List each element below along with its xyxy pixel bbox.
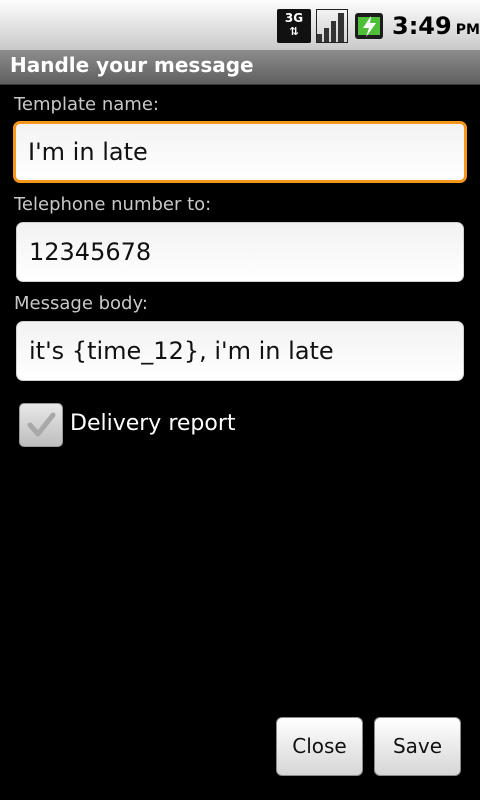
telephone-label: Telephone number to: — [14, 194, 212, 215]
message-body-field[interactable]: it's {time_12}, i'm in late — [16, 321, 464, 381]
checkmark-icon — [27, 412, 56, 437]
telephone-field[interactable]: 12345678 — [16, 222, 464, 282]
screen: 3G ⇅ 3:49 PM Handle your message Templat… — [0, 0, 480, 800]
delivery-report-label[interactable]: Delivery report — [70, 411, 236, 436]
close-button[interactable]: Close — [276, 717, 363, 776]
battery-charging-icon — [354, 9, 384, 43]
message-body-label: Message body: — [14, 293, 148, 314]
save-button[interactable]: Save — [374, 717, 461, 776]
status-clock: 3:49 PM — [392, 12, 480, 40]
network-type-label: 3G — [284, 11, 304, 25]
delivery-report-checkbox[interactable] — [19, 403, 63, 447]
template-name-field[interactable]: I'm in late — [13, 121, 467, 183]
signal-strength-icon — [315, 8, 349, 44]
status-bar: 3G ⇅ 3:49 PM — [0, 0, 480, 50]
page-title: Handle your message — [10, 53, 254, 77]
title-bar: Handle your message — [0, 50, 480, 85]
clock-ampm: PM — [455, 22, 480, 38]
template-name-label: Template name: — [14, 94, 159, 115]
3g-data-icon: 3G ⇅ — [277, 9, 311, 43]
clock-time: 3:49 — [392, 12, 452, 40]
